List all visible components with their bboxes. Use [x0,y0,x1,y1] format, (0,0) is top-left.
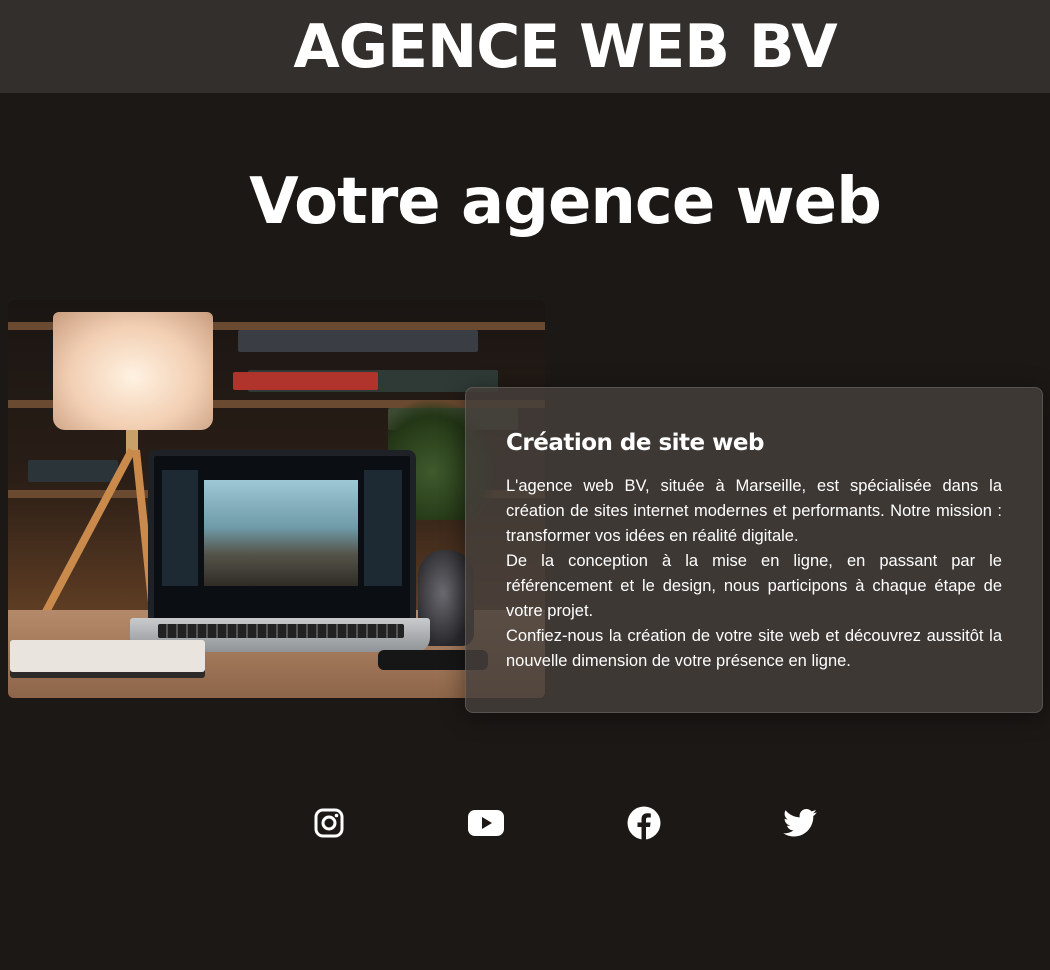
laptop-panel [364,470,402,586]
card-paragraph: Confiez-nous la création de votre site w… [506,627,1002,670]
site-brand[interactable]: AGENCE WEB BV [213,17,837,77]
card-paragraph: L'agence web BV, située à Marseille, est… [506,477,1002,545]
card-paragraph: De la conception à la mise en ligne, en … [506,552,1002,620]
laptop-photo [204,480,358,586]
youtube-icon [468,810,504,836]
books [233,372,378,390]
lamp-shade [53,312,213,430]
twitter-icon [783,809,817,837]
card-title: Création de site web [506,430,764,456]
instagram-link[interactable] [311,805,347,841]
notebook [10,640,205,672]
twitter-link[interactable] [782,805,818,841]
laptop-panel [162,470,198,586]
site-header: AGENCE WEB BV [0,0,1050,93]
service-card: Création de site web L'agence web BV, si… [465,387,1043,713]
books [238,330,478,352]
laptop-screen [148,450,416,626]
books [28,460,118,482]
laptop-keyboard [158,624,404,638]
facebook-icon [627,806,661,840]
hero-title: Votre agence web [249,165,882,239]
facebook-link[interactable] [626,805,662,841]
youtube-link[interactable] [467,805,505,841]
instagram-icon [314,808,344,838]
